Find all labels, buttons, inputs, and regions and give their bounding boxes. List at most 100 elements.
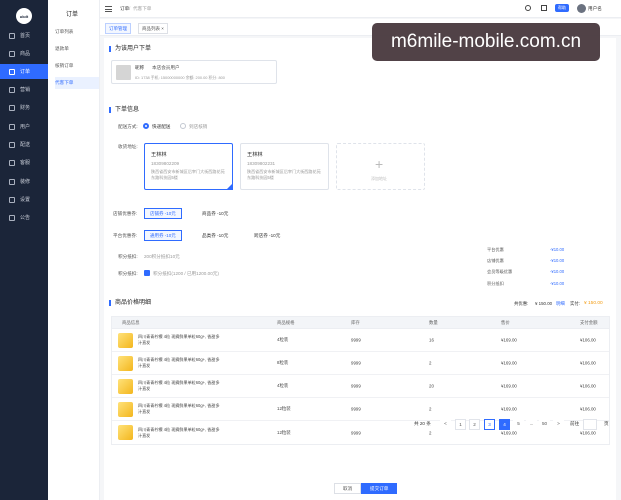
goods-pay: ¥106.00: [580, 383, 596, 389]
goods-spec: 4粒装: [277, 337, 289, 342]
points-checkbox[interactable]: [144, 270, 150, 276]
sidebar-item-finance[interactable]: 财务: [0, 100, 48, 115]
goods-icon: [9, 50, 15, 57]
col-spec: 商品规格: [277, 319, 295, 325]
pagination-page[interactable]: 2: [469, 419, 480, 430]
address-card-selected[interactable]: 王林林 18309802209 陕西省西安市新城区后宰门大街西路花苑东路科技园5…: [144, 143, 233, 190]
summary-value: -¥10.00: [550, 258, 565, 263]
shop-coupon-button[interactable]: 店铺券 -10元: [144, 208, 182, 219]
table-row: 四川青青柠檬 4粒 现摘鲜果单粒60g+, 香甜多汁直发 12粒装 9999 2…: [112, 398, 609, 421]
goods-price: ¥169.00: [501, 383, 517, 389]
pagination-ellipsis: ...: [526, 419, 537, 430]
goods-qty: 2: [429, 406, 432, 412]
col-price: 售价: [501, 319, 510, 325]
delivery-store-label[interactable]: 到店核销: [189, 124, 207, 130]
cancel-button[interactable]: 取消: [334, 483, 362, 494]
pagination-page[interactable]: 1: [455, 419, 466, 430]
delivery-express-label[interactable]: 快递配送: [152, 124, 170, 130]
order-icon: [9, 68, 15, 75]
address-detail: 陕西省西安市新城区后宰门大街西路花苑东路科技园5楼: [151, 169, 225, 180]
pagination-page-current[interactable]: 4: [499, 419, 510, 430]
delivery-express-radio[interactable]: [143, 123, 149, 129]
customer-id: 本店会员用户: [152, 65, 180, 70]
customer-card[interactable]: 昵称 本店会员用户 ID: 1738 手机: 15000000000 余额: 2…: [111, 60, 277, 84]
pagination-page[interactable]: 50: [539, 419, 550, 430]
customer-avatar: [116, 65, 131, 80]
subnav-item-order-list[interactable]: 订单列表: [55, 26, 99, 38]
home-icon: [9, 32, 15, 39]
sidebar-item-users[interactable]: 用户: [0, 119, 48, 134]
delivery-store-radio[interactable]: [180, 123, 186, 129]
goods-name: 四川青青柠檬 4粒 现摘鲜果单粒60g+, 香甜多汁直发: [138, 426, 220, 438]
pagination-prev[interactable]: <: [440, 419, 451, 430]
main-sidebar: ukdt 首页 商品 订单 营销 财务 用户 配送 客服 装修 设置 公告: [0, 0, 48, 500]
goods-qty: 2: [429, 360, 432, 366]
goods-pay: ¥106.00: [580, 337, 596, 343]
address-name: 王林林: [151, 152, 167, 158]
goods-price: ¥169.00: [501, 430, 517, 435]
address-card[interactable]: 王林林 18309802231 陕西省西安市新城区后宰门大街西路花苑东路科技园5…: [240, 143, 329, 190]
tab-order-manage[interactable]: 订单管理: [105, 23, 131, 34]
pagination-total: 共 20 条: [414, 421, 431, 426]
sidebar-item-service[interactable]: 客服: [0, 155, 48, 170]
goods-stock: 9999: [351, 383, 361, 389]
summary-label: 店铺优惠: [487, 258, 504, 263]
points-label: 积分抵扣:: [118, 254, 138, 259]
avatar[interactable]: [577, 4, 586, 13]
summary-value: -¥10.00: [550, 281, 565, 286]
goods-name: 四川青青柠檬 4粒 现摘鲜果单粒60g+, 香甜多汁直发: [138, 334, 220, 345]
pay-value: ¥ 150.00: [584, 301, 603, 306]
sidebar-item-settings[interactable]: 设置: [0, 192, 48, 207]
lemon-thumbnail: [118, 379, 133, 394]
pagination-page-unit: 页: [604, 421, 609, 426]
user-name[interactable]: 用户名: [588, 6, 602, 12]
goods-stock: 9999: [351, 430, 361, 435]
pay-label: 实付:: [570, 301, 581, 306]
goods-stock: 9999: [351, 406, 361, 412]
table-header: 商品信息 商品规格 库存 数量 售价 支付金额: [112, 317, 609, 329]
help-badge[interactable]: 帮助: [555, 4, 569, 12]
breadcrumb-current: 代客下单: [133, 6, 152, 11]
app-logo: ukdt: [16, 8, 32, 24]
platform-coupon-button[interactable]: 通用券 -10元: [144, 230, 182, 241]
breadcrumb-home[interactable]: 订单: [120, 6, 129, 12]
sidebar-item-notice[interactable]: 公告: [0, 210, 48, 225]
lemon-thumbnail: [118, 402, 133, 417]
add-address-card[interactable]: + 添加地址: [336, 143, 425, 190]
sidebar-item-orders[interactable]: 订单: [0, 64, 48, 79]
brush-icon: [9, 178, 15, 185]
subnav-item-refund[interactable]: 退款单: [55, 43, 99, 55]
sidebar-item-delivery[interactable]: 配送: [0, 137, 48, 152]
address-detail: 陕西省西安市新城区后宰门大街西路花苑东路科技园5楼: [247, 169, 321, 180]
pagination-next[interactable]: >: [553, 419, 564, 430]
total-discount-value: ¥ 150.00: [535, 301, 553, 306]
subnav-item-proxy-order[interactable]: 代客下单: [55, 77, 99, 89]
subnav-item-verify[interactable]: 核销订单: [55, 60, 99, 72]
menu-toggle-icon[interactable]: [105, 6, 112, 12]
submit-order-button[interactable]: 提交订单: [361, 483, 398, 494]
summary-value: -¥10.00: [550, 247, 565, 252]
sidebar-item-home[interactable]: 首页: [0, 28, 48, 43]
sidebar-item-decoration[interactable]: 装修: [0, 174, 48, 189]
pagination-page[interactable]: 5: [513, 419, 524, 430]
category-coupon-option[interactable]: 品类券 -10元: [202, 233, 228, 239]
tab-goods-list[interactable]: 商品列表 ×: [138, 23, 168, 34]
sidebar-item-goods[interactable]: 商品: [0, 46, 48, 61]
pagination-goto-input[interactable]: [583, 419, 597, 430]
discount-detail-link[interactable]: 明细: [556, 301, 565, 307]
gear-icon: [9, 196, 15, 203]
goods-coupon-option[interactable]: 商品券 -10元: [202, 211, 228, 217]
fullscreen-icon[interactable]: [541, 5, 547, 11]
summary-label: 会员等级优惠: [487, 269, 513, 274]
cross-store-coupon-option[interactable]: 跨店券 -10元: [254, 233, 280, 239]
customer-name: 昵称: [135, 65, 145, 70]
search-icon[interactable]: [525, 5, 531, 11]
lemon-thumbnail: [118, 356, 133, 371]
summary-label: 平台优惠: [487, 247, 504, 252]
sidebar-item-marketing[interactable]: 营销: [0, 82, 48, 97]
pagination-page[interactable]: 3: [484, 419, 495, 430]
address-phone: 18309802231: [247, 161, 276, 166]
points2-label: 积分抵扣:: [118, 271, 138, 276]
top-bar: 订单 / 代客下单 帮助 用户名: [100, 0, 621, 18]
points2-value: 积分抵扣(1200 / 已用1200.00元): [153, 271, 219, 276]
